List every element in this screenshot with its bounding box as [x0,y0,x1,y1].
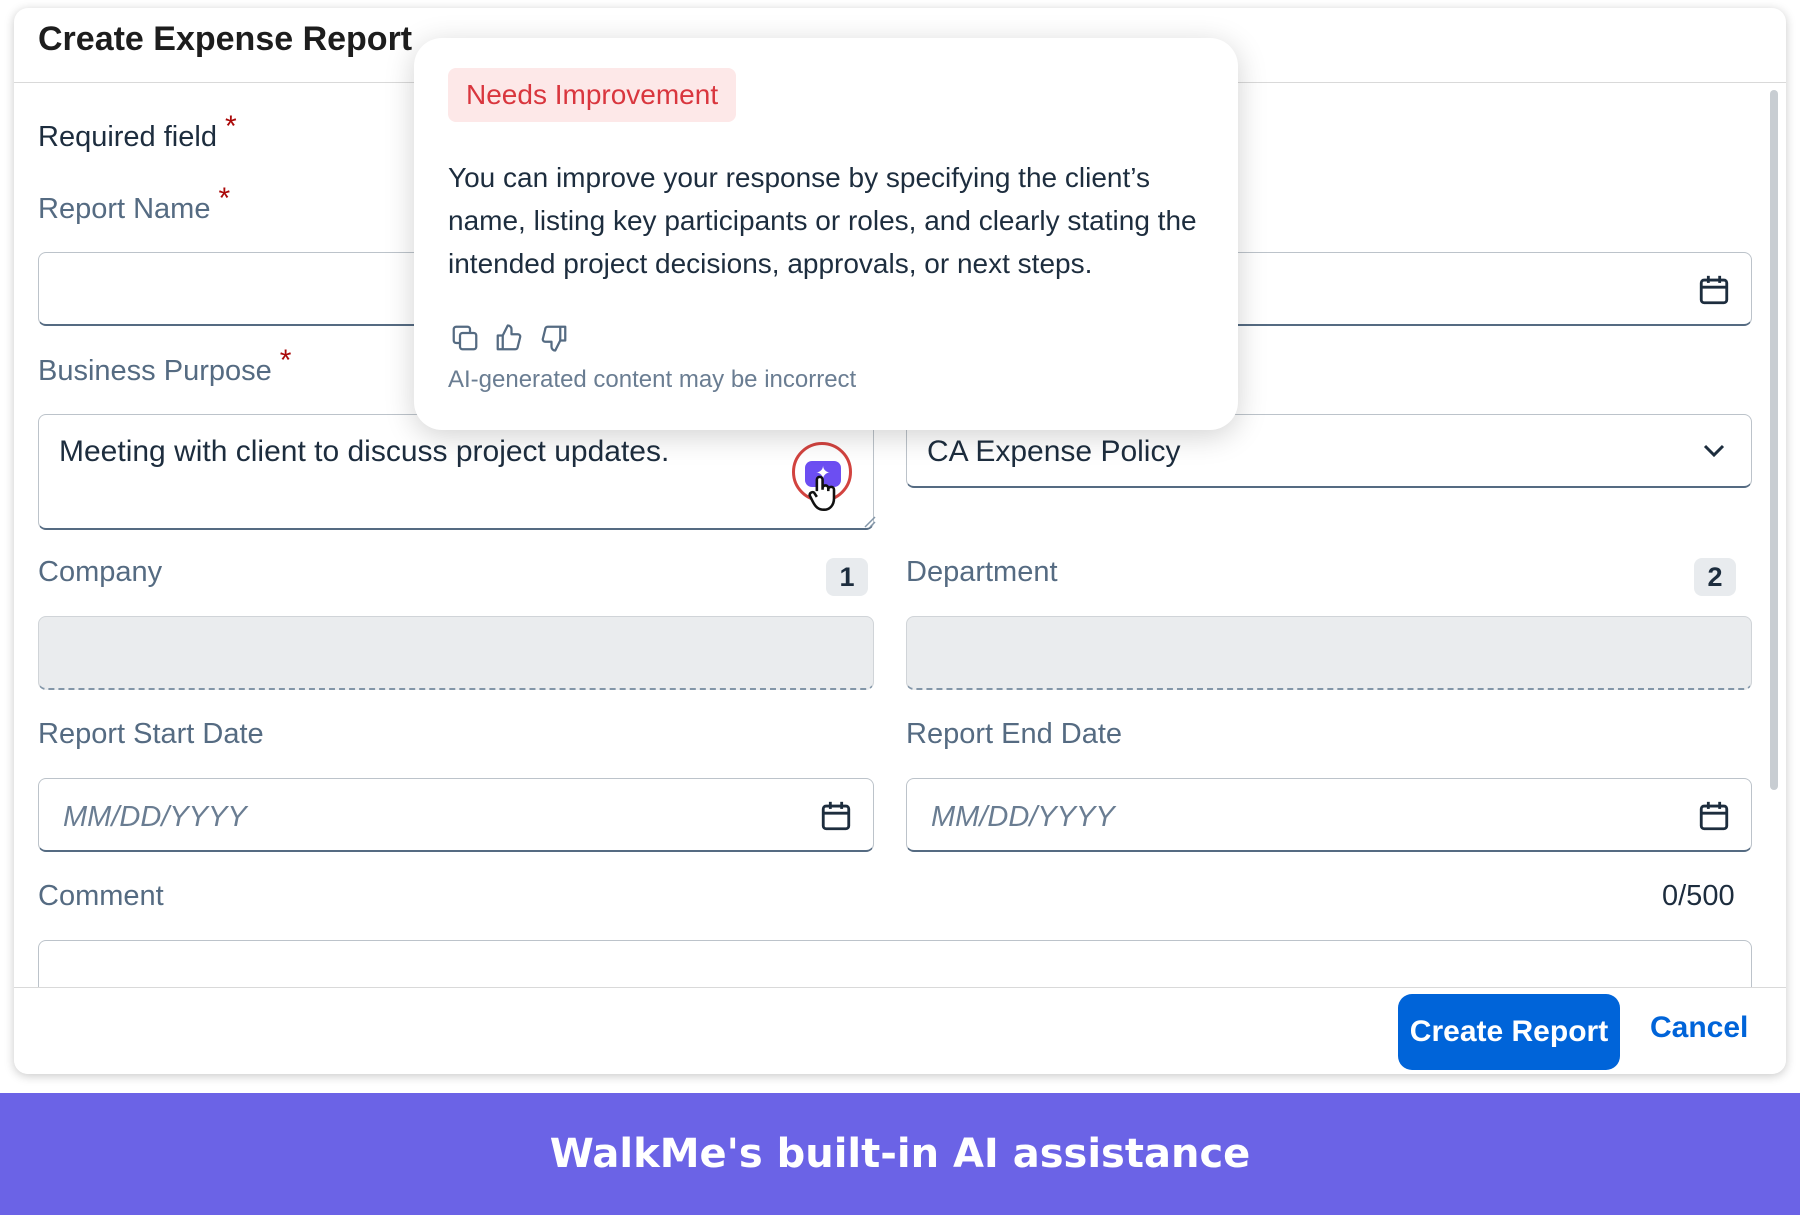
required-asterisk: * [218,182,231,215]
dialog-footer: Create Report Cancel [14,987,1786,1074]
copy-icon[interactable] [450,322,480,354]
business-purpose-label-text: Business Purpose [38,355,272,387]
business-purpose-value: Meeting with client to discuss project u… [59,435,670,468]
start-date-placeholder: MM/DD/YYYY [63,801,247,833]
hand-cursor-icon [808,475,836,511]
required-field-text: Required field [38,121,217,153]
report-start-date-input[interactable]: MM/DD/YYYY [38,778,874,852]
calendar-icon[interactable] [1697,273,1731,307]
report-start-date-label: Report Start Date [38,718,264,750]
chevron-down-icon[interactable] [1701,441,1727,461]
dialog-title: Create Expense Report [38,20,413,58]
company-count-badge: 1 [826,558,868,596]
business-purpose-textarea[interactable]: Meeting with client to discuss project u… [38,414,874,530]
end-date-placeholder: MM/DD/YYYY [931,801,1115,833]
report-name-label-text: Report Name [38,193,211,225]
required-field-note: Required field * [38,110,237,154]
thumbs-up-icon[interactable] [494,322,524,354]
department-count-badge: 2 [1694,558,1736,596]
scrollbar[interactable] [1770,90,1778,790]
required-asterisk: * [224,110,237,143]
resize-handle-icon[interactable] [862,514,876,528]
caption-banner: WalkMe's built-in AI assistance [0,1093,1800,1215]
thumbs-down-icon[interactable] [539,322,569,354]
cancel-button[interactable]: Cancel [1650,1011,1748,1045]
comment-label: Comment [38,880,164,912]
required-asterisk: * [279,344,292,377]
report-name-label: Report Name * [38,182,230,226]
ai-suggestion-text: You can improve your response by specify… [448,162,1197,279]
company-label: Company [38,556,163,588]
calendar-icon[interactable] [1697,799,1731,833]
comment-char-counter: 0/500 [1662,880,1735,912]
department-label: Department [906,556,1058,588]
feedback-actions [450,322,579,356]
business-purpose-label: Business Purpose * [38,344,291,388]
ai-feedback-popover: Needs Improvement You can improve your r… [414,38,1238,430]
department-field [906,616,1752,690]
report-end-date-input[interactable]: MM/DD/YYYY [906,778,1752,852]
ai-disclaimer: AI-generated content may be incorrect [448,366,857,393]
report-end-date-label: Report End Date [906,718,1123,750]
policy-value: CA Expense Policy [927,435,1181,468]
create-report-button[interactable]: Create Report [1398,994,1620,1070]
company-field [38,616,874,690]
rating-badge: Needs Improvement [448,68,737,122]
calendar-icon[interactable] [819,799,853,833]
